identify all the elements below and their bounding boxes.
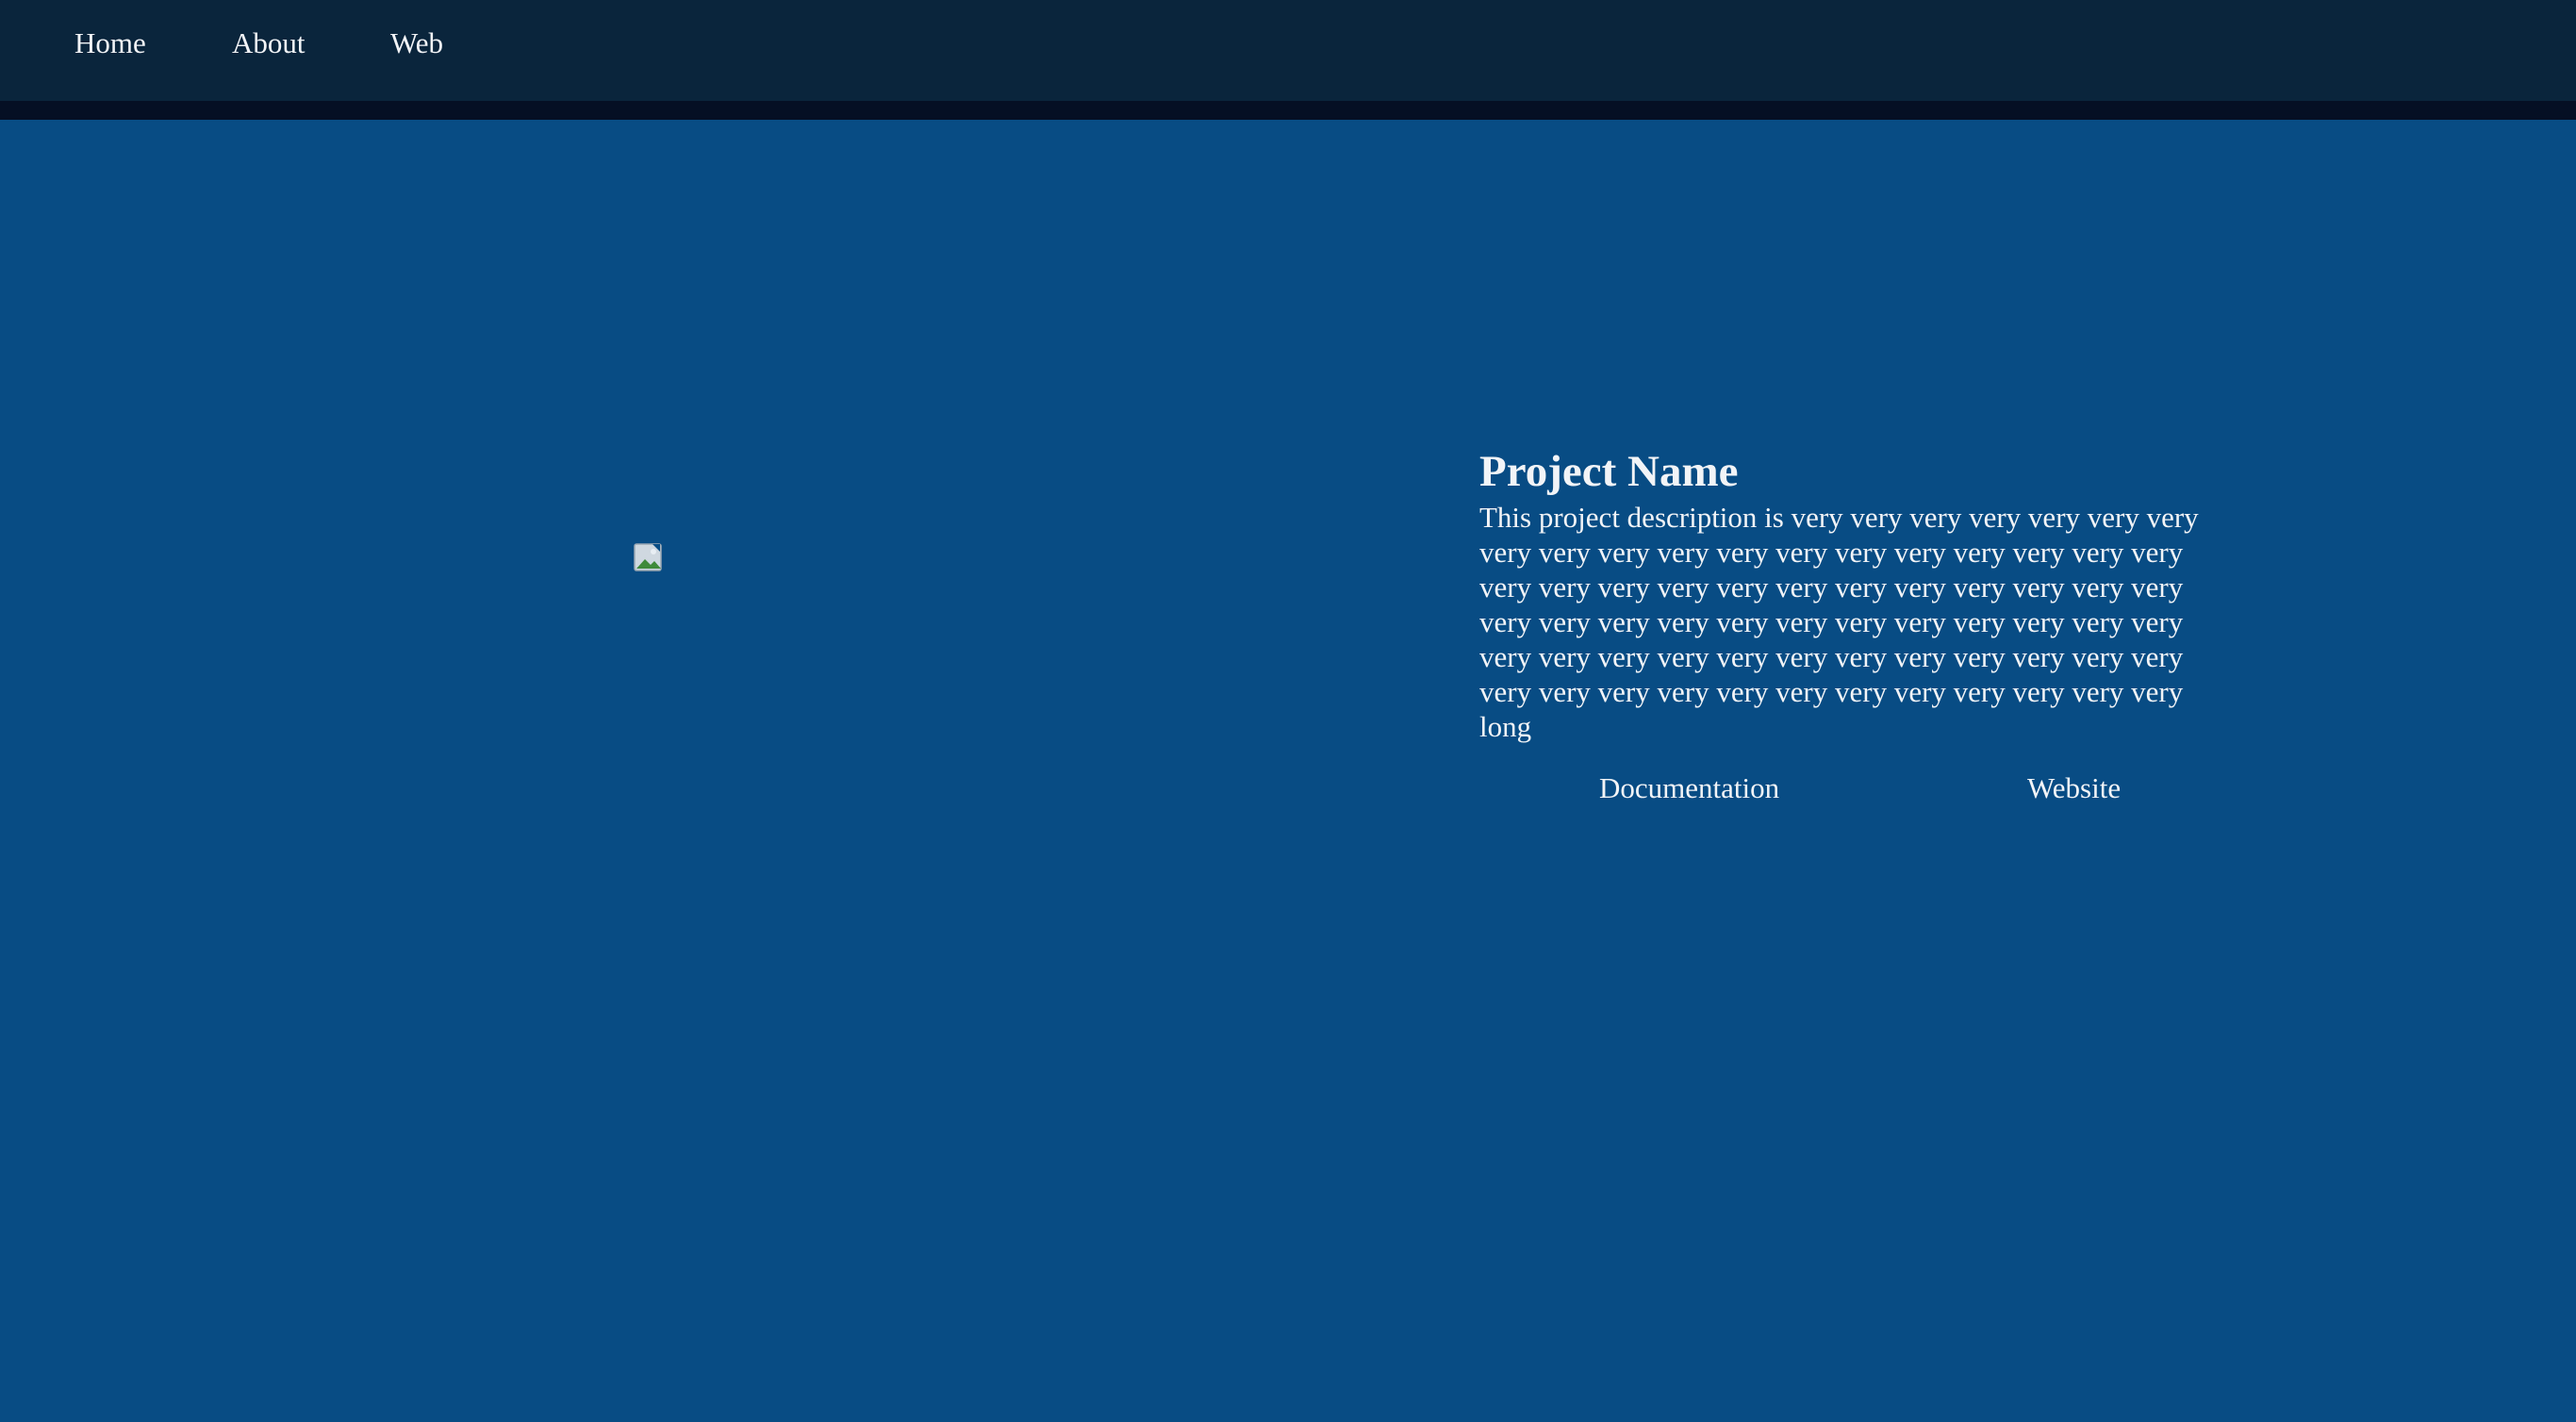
nav-about-link[interactable]: About (232, 26, 305, 60)
nav-web-link[interactable]: Web (390, 26, 443, 60)
documentation-button[interactable]: Documentation (1599, 771, 1779, 805)
top-navbar: Home About Web (0, 0, 2576, 101)
project-info: Project Name This project description is… (1479, 448, 2234, 744)
website-button[interactable]: Website (2027, 771, 2121, 805)
nav-home-link[interactable]: Home (74, 26, 146, 60)
project-description: This project description is very very ve… (1479, 500, 2199, 743)
project-title: Project Name (1479, 447, 1739, 496)
broken-image-icon (634, 543, 664, 573)
navbar-bottom-border (0, 101, 2576, 120)
